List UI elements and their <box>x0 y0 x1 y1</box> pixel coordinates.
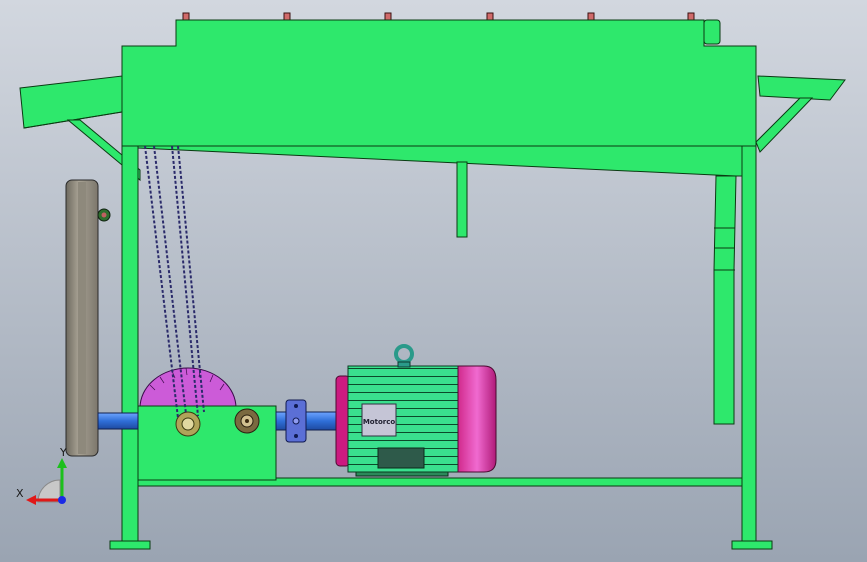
frame-leg-left <box>121 145 139 544</box>
foot-right <box>731 540 773 550</box>
terminal-box <box>377 447 425 469</box>
center-hanger <box>456 161 468 238</box>
discharge-pipe <box>713 175 737 425</box>
cover-latch <box>703 19 721 45</box>
electric-motor: Motorco <box>335 344 497 477</box>
z-axis-dot <box>58 496 66 504</box>
top-cover <box>121 19 757 149</box>
motor-end-cap <box>457 365 497 473</box>
frame-leg-right <box>741 145 757 544</box>
motor-nameplate-text: Motorco <box>363 418 396 426</box>
cad-viewport[interactable]: Motorco Y X <box>0 0 867 562</box>
input-shaft <box>97 412 139 430</box>
x-axis-label: X <box>16 487 24 500</box>
foot-left <box>109 540 151 550</box>
y-axis-label: Y <box>59 446 67 459</box>
right-discharge-chute <box>757 75 846 101</box>
